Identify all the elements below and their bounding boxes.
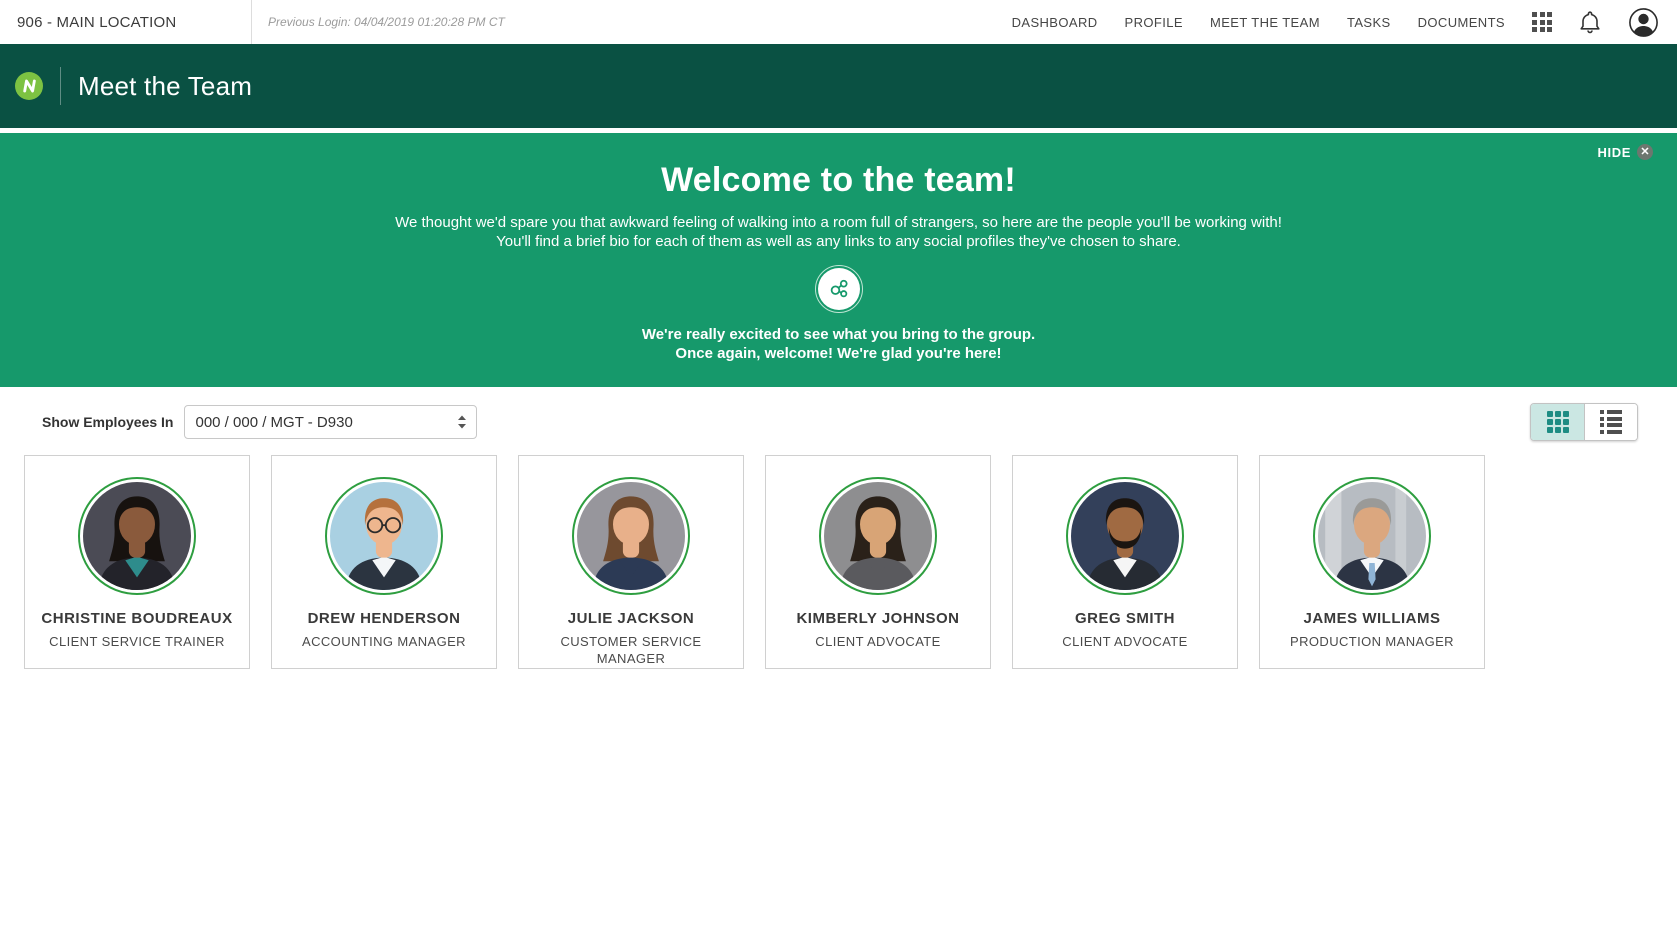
welcome-title: Welcome to the team! <box>661 161 1016 199</box>
hide-label: HIDE <box>1597 144 1631 160</box>
view-toggle <box>1530 403 1638 441</box>
previous-login-label: Previous Login: 04/04/2019 01:20:28 PM C… <box>268 15 505 29</box>
close-icon: ✕ <box>1637 144 1653 160</box>
employee-photo <box>1313 477 1431 595</box>
employee-name: CHRISTINE BOUDREAUX <box>41 610 233 627</box>
employee-cards: CHRISTINE BOUDREAUX CLIENT SERVICE TRAIN… <box>24 455 1653 669</box>
employee-title: PRODUCTION MANAGER <box>1290 634 1454 649</box>
apps-grid-icon[interactable] <box>1532 12 1552 32</box>
welcome-subtitle-line2: You'll find a brief bio for each of them… <box>496 233 1181 250</box>
nav-dashboard[interactable]: DASHBOARD <box>1012 15 1098 30</box>
nav-tasks[interactable]: TASKS <box>1347 15 1391 30</box>
employee-name: JULIE JACKSON <box>567 610 695 627</box>
top-bar: 906 - MAIN LOCATION Previous Login: 04/0… <box>0 0 1677 44</box>
employee-card[interactable]: GREG SMITH CLIENT ADVOCATE <box>1012 455 1238 669</box>
employee-name: DREW HENDERSON <box>307 610 461 627</box>
employee-photo <box>325 477 443 595</box>
nav-profile[interactable]: PROFILE <box>1125 15 1183 30</box>
welcome-banner: HIDE ✕ Welcome to the team! We thought w… <box>0 133 1677 387</box>
welcome-subtitle-line1: We thought we'd spare you that awkward f… <box>395 214 1282 231</box>
grid-view-icon <box>1546 411 1569 433</box>
welcome-subtitle: We thought we'd spare you that awkward f… <box>0 213 1677 251</box>
netchex-logo <box>15 72 43 100</box>
list-view-button[interactable] <box>1584 404 1637 440</box>
employee-title: CLIENT ADVOCATE <box>1062 634 1188 649</box>
controls-row: Show Employees In 000 / 000 / MGT - D930 <box>0 402 1677 442</box>
employee-card[interactable]: JAMES WILLIAMS PRODUCTION MANAGER <box>1259 455 1485 669</box>
employee-title: ACCOUNTING MANAGER <box>302 634 466 649</box>
list-view-icon <box>1600 410 1622 434</box>
employee-card[interactable]: DREW HENDERSON ACCOUNTING MANAGER <box>271 455 497 669</box>
show-employees-label: Show Employees In <box>42 414 174 430</box>
employee-title: CUSTOMER SERVICE MANAGER <box>560 634 702 666</box>
employee-name: JAMES WILLIAMS <box>1303 610 1441 627</box>
employee-name: GREG SMITH <box>1074 610 1175 627</box>
page-header: Meet the Team <box>0 44 1677 128</box>
user-avatar-icon[interactable] <box>1628 7 1659 38</box>
excited-line1: We're really excited to see what you bri… <box>641 326 1036 343</box>
excited-text: We're really excited to see what you bri… <box>0 325 1677 363</box>
header-divider <box>60 67 61 105</box>
department-select[interactable]: 000 / 000 / MGT - D930 <box>184 405 478 439</box>
share-nodes-icon <box>814 265 863 313</box>
employee-card[interactable]: JULIE JACKSON CUSTOMER SERVICE MANAGER <box>518 455 744 669</box>
nav-meet-the-team[interactable]: MEET THE TEAM <box>1210 15 1320 30</box>
department-select-wrap: 000 / 000 / MGT - D930 <box>184 405 478 439</box>
top-navigation: DASHBOARD PROFILE MEET THE TEAM TASKS DO… <box>1012 7 1677 38</box>
location-label: 906 - MAIN LOCATION <box>17 13 177 31</box>
employee-photo <box>819 477 937 595</box>
employee-photo <box>78 477 196 595</box>
location-section: 906 - MAIN LOCATION <box>0 0 252 44</box>
employee-card[interactable]: CHRISTINE BOUDREAUX CLIENT SERVICE TRAIN… <box>24 455 250 669</box>
bell-icon[interactable] <box>1579 10 1601 34</box>
employee-title: CLIENT ADVOCATE <box>815 634 941 649</box>
employee-title: CLIENT SERVICE TRAINER <box>49 634 225 649</box>
employee-photo <box>572 477 690 595</box>
page-title: Meet the Team <box>78 70 253 101</box>
hide-banner-button[interactable]: HIDE ✕ <box>1598 144 1653 160</box>
employee-card[interactable]: KIMBERLY JOHNSON CLIENT ADVOCATE <box>765 455 991 669</box>
grid-view-button[interactable] <box>1531 404 1584 440</box>
nav-documents[interactable]: DOCUMENTS <box>1418 15 1505 30</box>
employee-name: KIMBERLY JOHNSON <box>796 610 960 627</box>
employee-photo <box>1066 477 1184 595</box>
excited-line2: Once again, welcome! We're glad you're h… <box>675 345 1002 362</box>
